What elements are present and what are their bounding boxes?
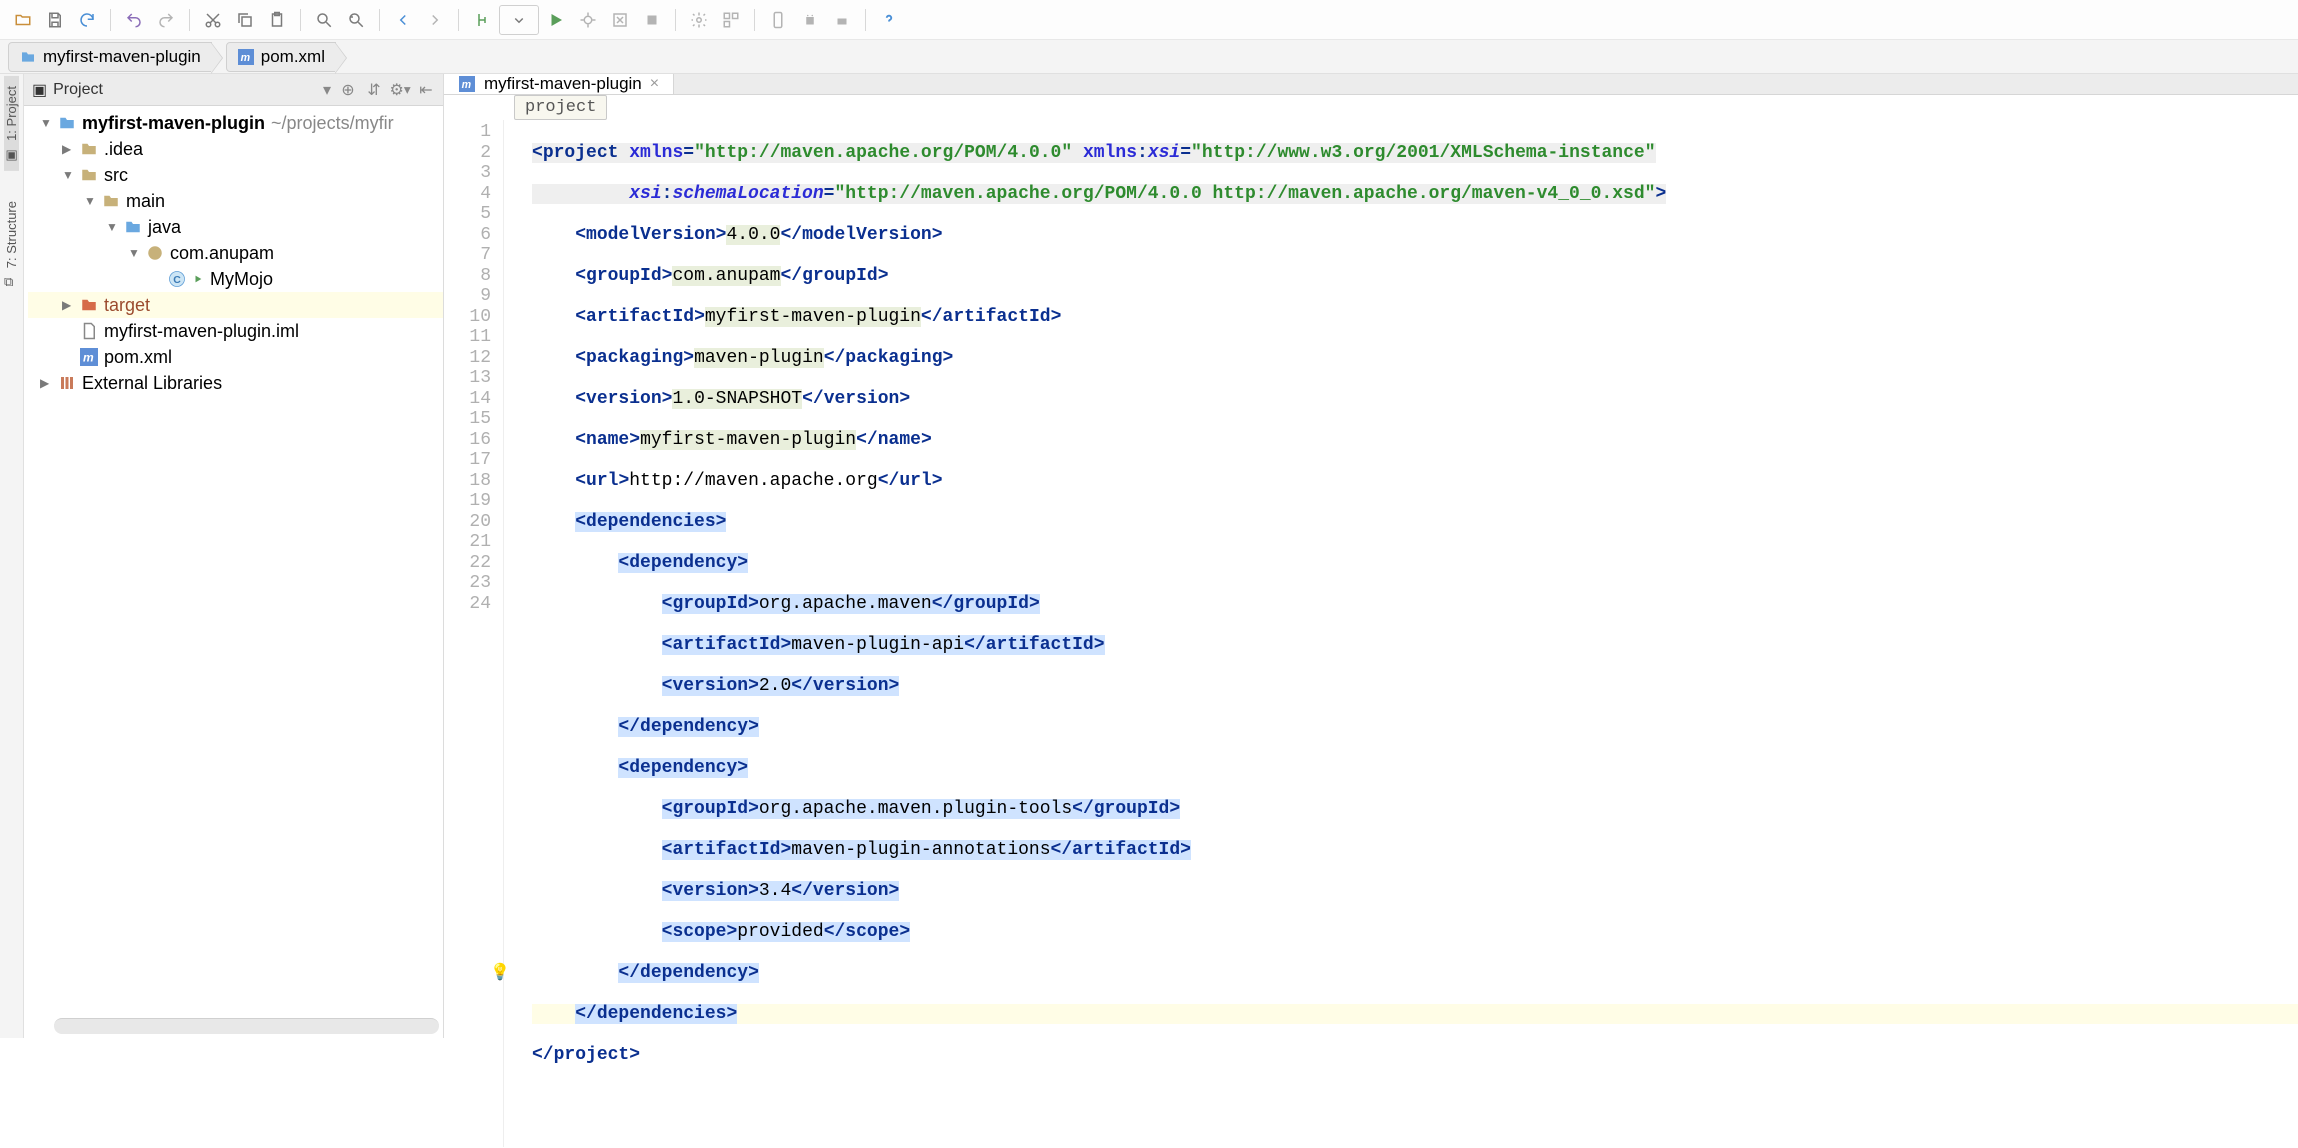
- class-icon: C: [168, 270, 186, 288]
- editor-area: m myfirst-maven-plugin × project 123 456…: [444, 74, 2298, 1038]
- svg-text:m: m: [240, 52, 250, 64]
- android-robot-icon[interactable]: [827, 5, 857, 35]
- svg-text:m: m: [83, 351, 94, 365]
- breadcrumb-label: pom.xml: [261, 47, 325, 67]
- tree-pom[interactable]: ▶ m pom.xml: [28, 344, 443, 370]
- horizontal-scrollbar[interactable]: [54, 1018, 439, 1034]
- hide-icon[interactable]: ⇤: [417, 81, 435, 99]
- tree-iml[interactable]: ▶ myfirst-maven-plugin.iml: [28, 318, 443, 344]
- editor-tab[interactable]: m myfirst-maven-plugin ×: [444, 74, 674, 94]
- library-icon: [58, 374, 76, 392]
- toolbar-separator: [189, 9, 190, 31]
- editor-tabs: m myfirst-maven-plugin ×: [444, 74, 2298, 95]
- project-panel-title: Project: [53, 81, 103, 99]
- paste-icon[interactable]: [262, 5, 292, 35]
- toolbar-separator: [379, 9, 380, 31]
- module-folder-icon: [58, 114, 76, 132]
- fold-gutter[interactable]: [504, 120, 524, 1147]
- help-icon[interactable]: [874, 5, 904, 35]
- replace-icon[interactable]: [341, 5, 371, 35]
- tree-src[interactable]: ▼ src: [28, 162, 443, 188]
- editor-tab-label: myfirst-maven-plugin: [484, 74, 642, 94]
- settings-icon[interactable]: [684, 5, 714, 35]
- redo-icon[interactable]: [151, 5, 181, 35]
- project-tool-window: ▣ Project ▾ ⊕ ⇵ ⚙▾ ⇤ ▼ myfirst-maven-plu…: [24, 74, 444, 1038]
- toolbar-separator: [754, 9, 755, 31]
- open-icon[interactable]: [8, 5, 38, 35]
- tree-java[interactable]: ▼ java: [28, 214, 443, 240]
- breadcrumb-label: myfirst-maven-plugin: [43, 47, 201, 67]
- main-toolbar: [0, 0, 2298, 40]
- breadcrumb-bar: myfirst-maven-plugin m pom.xml: [0, 40, 2298, 74]
- coverage-icon[interactable]: [605, 5, 635, 35]
- vtab-structure[interactable]: ⧉ 7: Structure: [4, 191, 19, 298]
- gear-icon[interactable]: ⚙▾: [391, 81, 409, 99]
- line-gutter: 123 456 789 101112 131415 161718 192021 …: [444, 120, 504, 1147]
- editor-breadcrumb: project: [444, 95, 2298, 120]
- android-icon[interactable]: [795, 5, 825, 35]
- structure-icon: ⧉: [5, 274, 19, 288]
- breadcrumb-project[interactable]: myfirst-maven-plugin: [8, 42, 212, 72]
- project-icon: ▣: [5, 147, 19, 161]
- toolbar-separator: [110, 9, 111, 31]
- source-folder-icon: [124, 218, 142, 236]
- tree-package[interactable]: ▼ com.anupam: [28, 240, 443, 266]
- undo-icon[interactable]: [119, 5, 149, 35]
- tree-target[interactable]: ▶ target: [28, 292, 443, 318]
- excluded-folder-icon: [80, 296, 98, 314]
- vtab-project[interactable]: ▣ 1: Project: [4, 76, 19, 171]
- run-icon[interactable]: [541, 5, 571, 35]
- run-config-dropdown[interactable]: [499, 5, 539, 35]
- project-panel-header: ▣ Project ▾ ⊕ ⇵ ⚙▾ ⇤: [24, 74, 443, 106]
- folder-icon: [19, 48, 37, 66]
- back-icon[interactable]: [388, 5, 418, 35]
- code-content[interactable]: <project xmlns="http://maven.apache.org/…: [524, 120, 2298, 1147]
- file-icon: [80, 322, 98, 340]
- folder-icon: [80, 166, 98, 184]
- device-icon[interactable]: [763, 5, 793, 35]
- project-view-icon: ▣: [32, 80, 47, 100]
- code-editor[interactable]: 123 456 789 101112 131415 161718 192021 …: [444, 120, 2298, 1147]
- refresh-icon[interactable]: [72, 5, 102, 35]
- toolbar-separator: [458, 9, 459, 31]
- target-icon[interactable]: ⊕: [339, 81, 357, 99]
- tree-external-libs[interactable]: ▶ External Libraries: [28, 370, 443, 396]
- cut-icon[interactable]: [198, 5, 228, 35]
- runnable-icon: [192, 270, 204, 288]
- structure-icon[interactable]: [716, 5, 746, 35]
- copy-icon[interactable]: [230, 5, 260, 35]
- tree-root[interactable]: ▼ myfirst-maven-plugin ~/projects/myfir: [28, 110, 443, 136]
- editor-crumb-project[interactable]: project: [514, 95, 607, 120]
- folder-icon: [80, 140, 98, 158]
- tree-idea[interactable]: ▶ .idea: [28, 136, 443, 162]
- find-icon[interactable]: [309, 5, 339, 35]
- maven-icon: m: [237, 48, 255, 66]
- maven-icon: m: [458, 75, 476, 93]
- tree-class[interactable]: ▶ C MyMojo: [28, 266, 443, 292]
- intention-bulb-icon[interactable]: 💡: [490, 963, 510, 984]
- dropdown-icon[interactable]: ▾: [323, 80, 331, 100]
- svg-text:C: C: [173, 274, 181, 286]
- collapse-icon[interactable]: ⇵: [365, 81, 383, 99]
- project-tree[interactable]: ▼ myfirst-maven-plugin ~/projects/myfir …: [24, 106, 443, 1018]
- stop-icon[interactable]: [637, 5, 667, 35]
- breadcrumb-file[interactable]: m pom.xml: [226, 42, 336, 72]
- toolbar-separator: [865, 9, 866, 31]
- close-tab-icon[interactable]: ×: [650, 75, 659, 93]
- package-icon: [146, 244, 164, 262]
- tree-main[interactable]: ▼ main: [28, 188, 443, 214]
- debug-icon[interactable]: [573, 5, 603, 35]
- svg-text:m: m: [462, 79, 472, 91]
- forward-icon[interactable]: [420, 5, 450, 35]
- toolbar-separator: [675, 9, 676, 31]
- tool-window-stripe: ▣ 1: Project ⧉ 7: Structure: [0, 74, 24, 1038]
- save-icon[interactable]: [40, 5, 70, 35]
- maven-icon: m: [80, 348, 98, 366]
- build-icon[interactable]: [467, 5, 497, 35]
- folder-icon: [102, 192, 120, 210]
- toolbar-separator: [300, 9, 301, 31]
